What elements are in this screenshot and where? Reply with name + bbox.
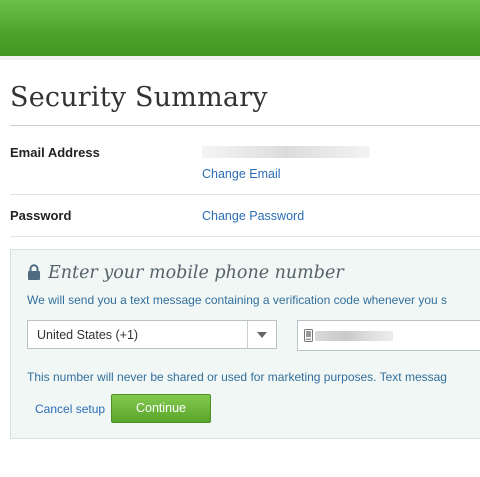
row-divider (10, 194, 480, 195)
title-divider (10, 125, 480, 126)
cancel-setup-link[interactable]: Cancel setup (35, 402, 105, 416)
row-divider (10, 236, 480, 237)
phone-panel-intro: We will send you a text message containi… (27, 293, 448, 307)
change-email-link[interactable]: Change Email (202, 167, 281, 181)
header-bar (0, 0, 480, 60)
phone-value-redacted (315, 331, 393, 341)
chevron-down-icon[interactable] (257, 332, 267, 338)
continue-button[interactable]: Continue (111, 394, 211, 423)
phone-panel-disclaimer: This number will never be shared or used… (27, 370, 447, 384)
phone-panel-heading: Enter your mobile phone number (48, 263, 344, 283)
page-title: Security Summary (10, 82, 268, 113)
password-label: Password (10, 208, 72, 223)
select-divider (247, 321, 248, 348)
email-address-label: Email Address (10, 145, 100, 160)
lock-icon (28, 264, 40, 280)
phone-number-input[interactable] (297, 320, 480, 351)
email-value-redacted (202, 146, 370, 158)
phone-icon (304, 329, 313, 342)
country-select[interactable]: United States (+1) (27, 320, 277, 349)
change-password-link[interactable]: Change Password (202, 209, 304, 223)
country-select-value: United States (+1) (37, 328, 139, 342)
